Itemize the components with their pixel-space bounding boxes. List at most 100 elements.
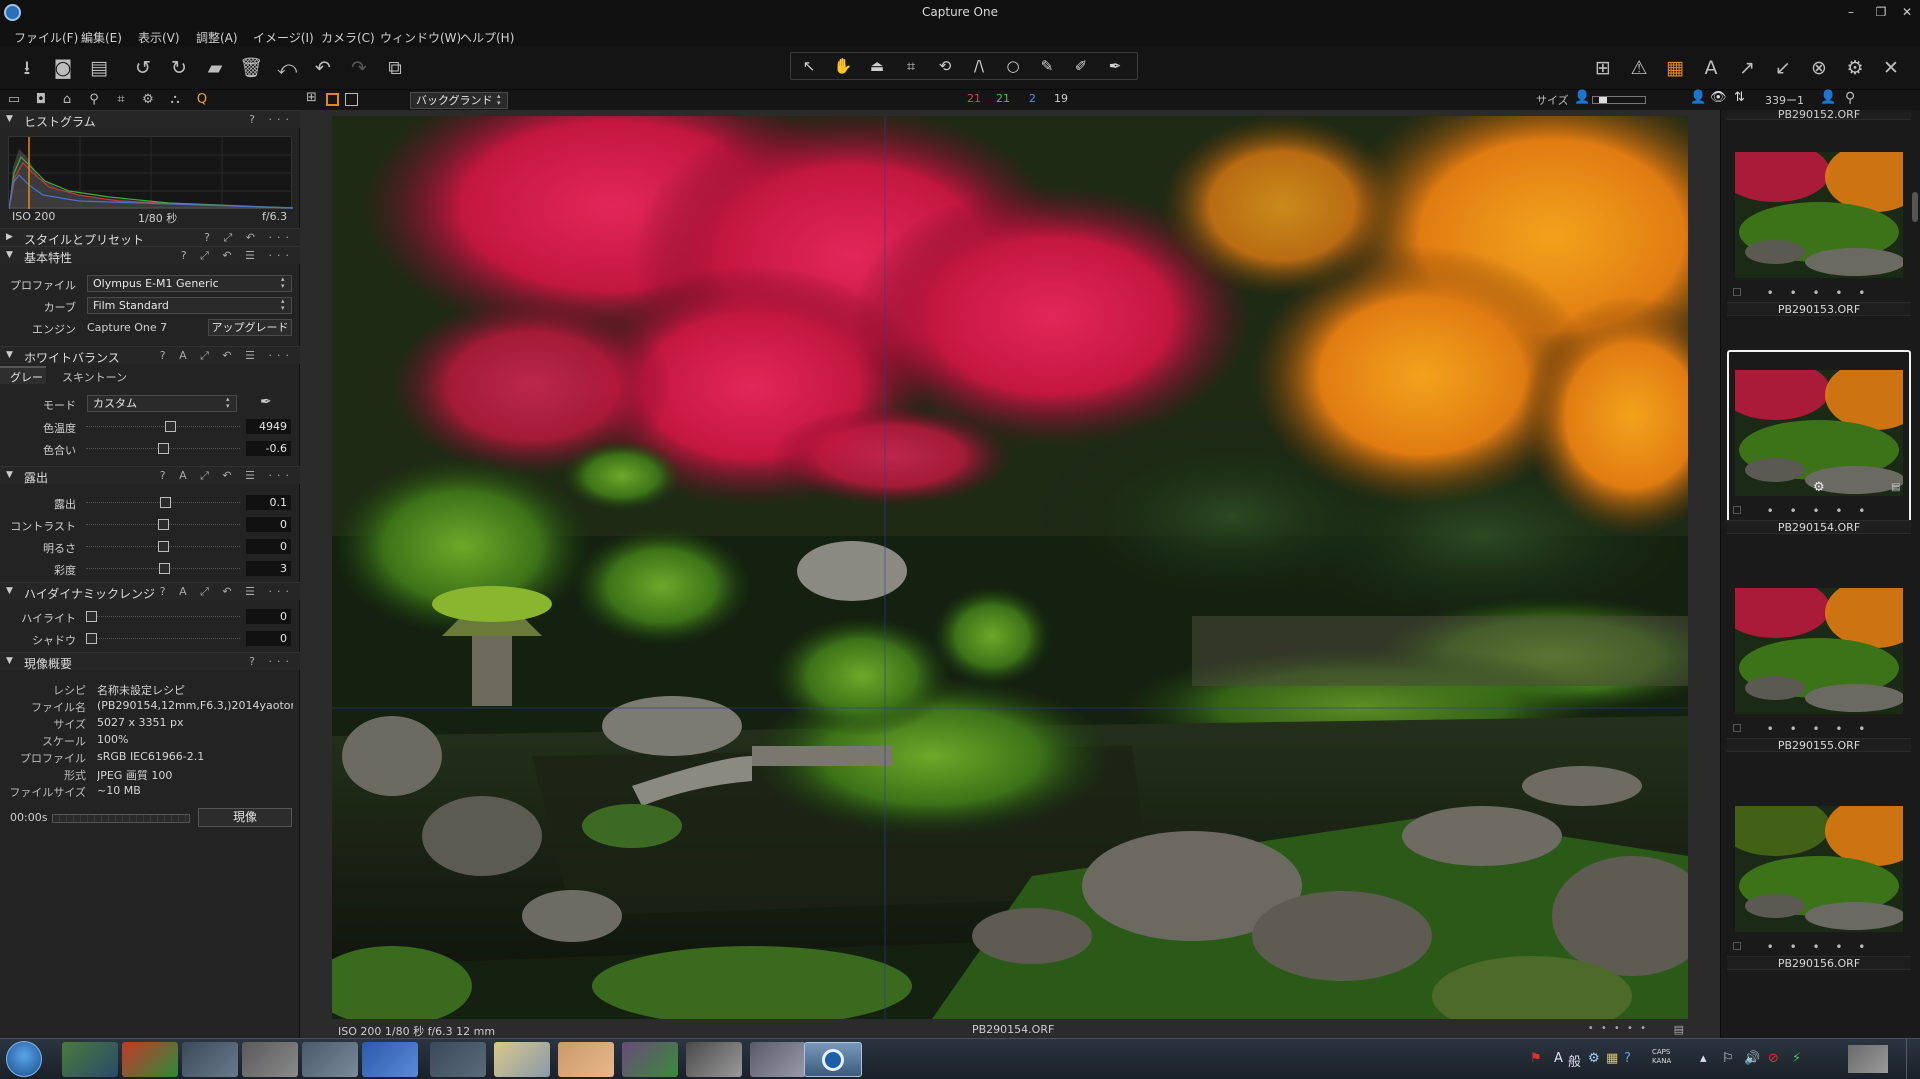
tools-icon[interactable]: ✕ (1878, 55, 1904, 81)
contrast-knob[interactable] (158, 519, 169, 530)
taskbar-app-12[interactable] (750, 1042, 806, 1077)
highlight-knob[interactable] (86, 611, 97, 622)
ime-mode[interactable]: 般 (1568, 1051, 1581, 1070)
taskbar-app-2[interactable] (122, 1042, 178, 1077)
filmstrip-scrollbar[interactable] (1912, 192, 1918, 222)
reset-icon[interactable]: ⊗ (1806, 55, 1832, 81)
saturation-slider[interactable] (86, 562, 240, 574)
exposure-header[interactable]: ▼ 露出 ? A ⤢ ↶ ☰ ··· (0, 466, 300, 485)
grid-icon[interactable]: ⊞ (1590, 55, 1616, 81)
redo-icon[interactable]: ↷ (346, 55, 372, 81)
rotate-left-icon[interactable]: ↺ (130, 55, 156, 81)
shadow-knob[interactable] (86, 633, 97, 644)
menu-file[interactable]: ファイル(F) (14, 29, 78, 46)
tint-value[interactable]: -0.6 (246, 441, 291, 456)
single-view-icon[interactable] (326, 93, 339, 106)
tab-skintone[interactable]: スキントーン (62, 369, 127, 385)
saturation-value[interactable]: 3 (246, 561, 291, 576)
select-cursor-icon[interactable]: ↖ (793, 55, 825, 77)
menu-adjust[interactable]: 調整(A) (196, 29, 238, 46)
spot-removal-icon[interactable]: ○ (997, 55, 1029, 77)
undo-all-icon[interactable]: ⤺ (274, 55, 300, 81)
thumb-name[interactable]: PB290152.ORF (1727, 110, 1911, 121)
restore-button[interactable]: ❐ (1870, 3, 1892, 21)
brightness-knob[interactable] (158, 541, 169, 552)
apply-adjust-icon[interactable]: ↙ (1770, 55, 1796, 81)
taskbar-app-11[interactable] (686, 1042, 742, 1077)
thumbnail-size-slider[interactable] (1592, 96, 1646, 104)
white-balance-header[interactable]: ▼ ホワイトバランス ? A ⤢ ↶ ☰ ··· (0, 346, 300, 365)
copy-adjust-icon[interactable]: ↗ (1734, 55, 1760, 81)
process-button[interactable]: 現像 (198, 808, 292, 827)
image-viewer[interactable]: ISO 200 1/80 秒 f/6.3 12 mm PB290154.ORF … (300, 110, 1720, 1038)
search-tab-icon[interactable]: ⚲ (85, 92, 103, 108)
pan-hand-icon[interactable]: ✋ (827, 55, 859, 77)
process-summary-header[interactable]: ▼ 現像概要 ? ··· (0, 652, 300, 671)
brightness-value[interactable]: 0 (246, 539, 291, 554)
minimize-button[interactable]: – (1840, 3, 1862, 21)
rating-dots[interactable]: • • • • • (1727, 286, 1911, 300)
contrast-slider[interactable] (86, 518, 240, 530)
loupe-icon[interactable]: ⏏ (861, 55, 893, 77)
capture-tab-icon[interactable]: ◘ (32, 92, 50, 108)
menu-edit[interactable]: 編集(E) (81, 29, 122, 46)
wb-tool-icons[interactable]: ? A ⤢ ↶ ☰ ··· (160, 349, 294, 363)
highlight-slider[interactable] (86, 610, 240, 622)
taskbar-capture-one[interactable] (804, 1042, 862, 1077)
shadow-value[interactable]: 0 (246, 631, 291, 646)
ime-tools-icon[interactable]: ⚙ (1588, 1051, 1600, 1066)
help-more-icons[interactable]: ? ··· (249, 655, 294, 668)
settings-icon[interactable]: ⚙ (1842, 55, 1868, 81)
taskbar-app-3[interactable] (182, 1042, 238, 1077)
tray-flag-icon[interactable]: ⚑ (1530, 1051, 1542, 1066)
adjustments-tab-icon[interactable]: ⛬ (166, 92, 184, 108)
show-desktop-button[interactable] (1906, 1039, 1920, 1079)
taskbar-app-4[interactable] (242, 1042, 298, 1077)
print-icon[interactable]: ▤ (86, 55, 112, 81)
rating-dots[interactable]: • • • • • (1727, 504, 1911, 518)
exposure-tool-icons[interactable]: ? A ⤢ ↶ ☰ ··· (160, 469, 294, 483)
ime-pad-icon[interactable]: ▦ (1606, 1051, 1618, 1066)
main-photo[interactable] (332, 116, 1688, 1019)
filmstrip-thumbnail[interactable]: • • • • • PB290153.ORF (1727, 132, 1911, 344)
curve-select[interactable]: Film Standard (87, 297, 292, 314)
temperature-value[interactable]: 4949 (246, 419, 291, 434)
saturation-knob[interactable] (159, 563, 170, 574)
viewer-info-icon[interactable]: ▤ (1674, 1023, 1684, 1036)
volume-icon[interactable]: 🔊 (1744, 1051, 1760, 1066)
text-icon[interactable]: A (1698, 55, 1724, 81)
lens-tab-icon[interactable]: ⌂ (58, 92, 76, 108)
taskbar-app-8[interactable] (494, 1042, 550, 1077)
picker-icon[interactable]: ✒ (1099, 55, 1131, 77)
taskbar-app-5[interactable] (302, 1042, 358, 1077)
tint-knob[interactable] (158, 443, 169, 454)
details-tab-icon[interactable]: ⚙ (139, 92, 157, 108)
user-icon[interactable]: 👤 (1820, 90, 1836, 105)
copy-apply-icon[interactable]: ⧉ (382, 55, 408, 81)
taskbar-app-7[interactable] (430, 1042, 486, 1077)
collapse-triangle-icon[interactable]: ▼ (6, 656, 13, 666)
multi-view-icon[interactable] (345, 93, 358, 106)
keystone-icon[interactable]: /\ (963, 55, 995, 77)
collapse-triangle-icon[interactable]: ▼ (6, 114, 13, 124)
undo-icon[interactable]: ↶ (310, 55, 336, 81)
styles-tool-icons[interactable]: ? ⤢ ↶ ··· (204, 231, 294, 245)
histogram-header[interactable]: ▼ ヒストグラム ? ··· (0, 110, 300, 129)
filmstrip-thumbnail[interactable]: • • • • • PB290155.ORF (1727, 568, 1911, 780)
shadow-slider[interactable] (86, 632, 240, 644)
quick-tab-icon[interactable]: Q (193, 92, 211, 108)
delete-icon[interactable]: 🗑 (238, 55, 264, 81)
filmstrip-thumbnail[interactable]: ⚙ ▤ • • • • • PB290154.ORF (1727, 350, 1911, 562)
network-icon[interactable]: ⚡ (1792, 1051, 1801, 1066)
temperature-slider[interactable] (86, 420, 240, 432)
taskbar-app-1[interactable] (62, 1042, 118, 1077)
temperature-knob[interactable] (165, 421, 176, 432)
taskbar-app-6[interactable] (362, 1042, 418, 1077)
clock-area[interactable] (1848, 1045, 1888, 1073)
viewer-rating[interactable]: • • • • • (1588, 1023, 1648, 1034)
start-button[interactable] (6, 1041, 42, 1077)
rotate-tool-icon[interactable]: ⟲ (929, 55, 961, 77)
hdr-tool-icons[interactable]: ? A ⤢ ↶ ☰ ··· (160, 585, 294, 599)
exposure-slider[interactable] (86, 496, 240, 508)
upgrade-button[interactable]: アップグレード (208, 319, 292, 336)
